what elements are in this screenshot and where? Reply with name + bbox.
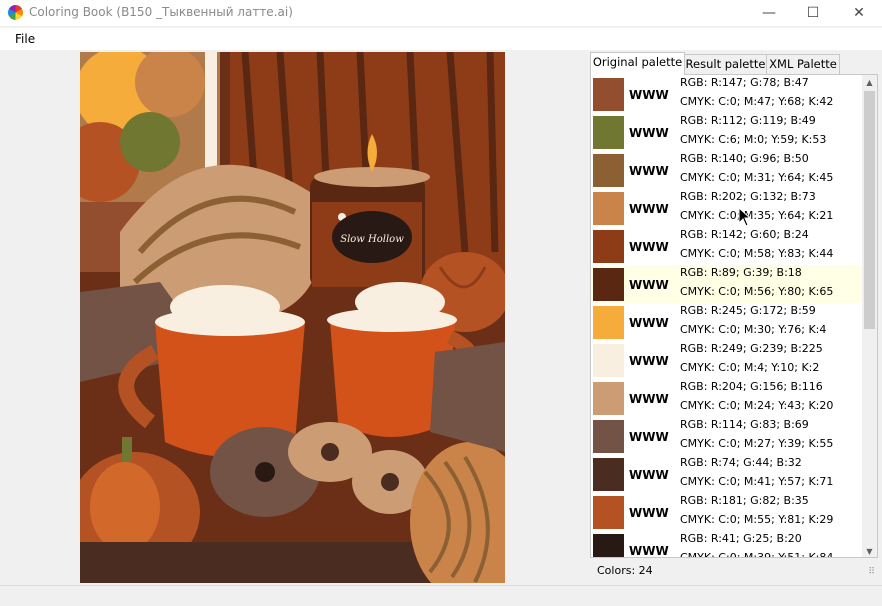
cmyk-value: CMYK: C:0; M:58; Y:83; K:44 [680, 247, 834, 260]
scroll-up-arrow-icon[interactable]: ▲ [862, 75, 877, 90]
palette-status: Colors: 24 ⠿ [590, 560, 878, 582]
rgb-value: RGB: R:114; G:83; B:69 [680, 418, 809, 431]
cmyk-value: CMYK: C:0; M:55; Y:81; K:29 [680, 513, 834, 526]
rgb-value: RGB: R:202; G:132; B:73 [680, 190, 816, 203]
title-bar: Coloring Book (B150 _Тыквенный латте.ai)… [0, 0, 882, 26]
rgb-value: RGB: R:249; G:239; B:225 [680, 342, 823, 355]
color-code: WWW [629, 202, 669, 216]
color-code: WWW [629, 164, 669, 178]
color-code: WWW [629, 278, 669, 292]
maximize-button[interactable]: ☐ [790, 0, 836, 26]
maximize-icon: ☐ [806, 5, 820, 21]
app-palette-icon [8, 5, 23, 20]
color-swatch [593, 420, 624, 453]
palette-row[interactable]: WWW RGB: R:140; G:96; B:50 CMYK: C:0; M:31… [591, 151, 863, 189]
minimize-icon: — [762, 5, 776, 21]
color-code: WWW [629, 126, 669, 140]
rgb-value: RGB: R:89; G:39; B:18 [680, 266, 802, 279]
color-swatch [593, 458, 624, 491]
tab-xml-palette[interactable]: XML Palette [766, 54, 840, 75]
palette-row[interactable]: WWW RGB: R:112; G:119; B:49 CMYK: C:6; M:0… [591, 113, 863, 151]
window-title: Coloring Book (B150 _Тыквенный латте.ai) [29, 5, 293, 19]
palette-row[interactable]: WWW RGB: R:89; G:39; B:18 CMYK: C:0; M:56;… [591, 265, 863, 303]
cmyk-value: CMYK: C:0; M:47; Y:68; K:42 [680, 95, 834, 108]
palette-row[interactable]: WWW RGB: R:74; G:44; B:32 CMYK: C:0; M:41;… [591, 455, 863, 493]
color-code: WWW [629, 430, 669, 444]
color-swatch [593, 496, 624, 529]
palette-scrollbar[interactable]: ▲ ▼ [862, 75, 877, 557]
palette-row[interactable]: WWW RGB: R:249; G:239; B:225 CMYK: C:0; M:… [591, 341, 863, 379]
cmyk-value: CMYK: C:0; M:24; Y:43; K:20 [680, 399, 834, 412]
rgb-value: RGB: R:147; G:78; B:47 [680, 76, 809, 89]
palette-list[interactable]: WWW RGB: R:147; G:78; B:47 CMYK: C:0; M:47… [591, 75, 863, 558]
cmyk-value: CMYK: C:0; M:4; Y:10; K:2 [680, 361, 820, 374]
palette-row[interactable]: WWW RGB: R:41; G:25; B:20 CMYK: C:0; M:39;… [591, 531, 863, 558]
rgb-value: RGB: R:245; G:172; B:59 [680, 304, 816, 317]
palette-row[interactable]: WWW RGB: R:202; G:132; B:73 CMYK: C:0; M:3… [591, 189, 863, 227]
rgb-value: RGB: R:140; G:96; B:50 [680, 152, 809, 165]
color-code: WWW [629, 316, 669, 330]
rgb-value: RGB: R:204; G:156; B:116 [680, 380, 823, 393]
color-code: WWW [629, 240, 669, 254]
jar-label-text: Slow Hollow [340, 234, 404, 245]
color-code: WWW [629, 544, 669, 558]
status-bar [0, 585, 882, 606]
palette-row[interactable]: WWW RGB: R:114; G:83; B:69 CMYK: C:0; M:27… [591, 417, 863, 455]
color-code: WWW [629, 88, 669, 102]
resize-grip-icon[interactable]: ⠿ [868, 567, 875, 577]
rgb-value: RGB: R:112; G:119; B:49 [680, 114, 816, 127]
minimize-button[interactable]: — [746, 0, 792, 26]
rgb-value: RGB: R:41; G:25; B:20 [680, 532, 802, 545]
rgb-value: RGB: R:74; G:44; B:32 [680, 456, 802, 469]
cmyk-value: CMYK: C:0; M:56; Y:80; K:65 [680, 285, 834, 298]
cmyk-value: CMYK: C:0; M:39; Y:51; K:84 [680, 551, 834, 558]
menu-bar: File [0, 28, 882, 50]
palette-row[interactable]: WWW RGB: R:204; G:156; B:116 CMYK: C:0; M:… [591, 379, 863, 417]
scroll-thumb[interactable] [864, 91, 875, 329]
color-swatch [593, 154, 624, 187]
tab-result-palette[interactable]: Result palette [684, 54, 767, 75]
close-button[interactable]: ✕ [836, 0, 882, 26]
color-code: WWW [629, 506, 669, 520]
scroll-down-arrow-icon[interactable]: ▼ [862, 544, 877, 557]
rgb-value: RGB: R:142; G:60; B:24 [680, 228, 809, 241]
colors-count: Colors: 24 [597, 564, 653, 577]
palette-row[interactable]: WWW RGB: R:181; G:82; B:35 CMYK: C:0; M:55… [591, 493, 863, 531]
cmyk-value: CMYK: C:0; M:30; Y:76; K:4 [680, 323, 827, 336]
color-code: WWW [629, 354, 669, 368]
color-code: WWW [629, 468, 669, 482]
cmyk-value: CMYK: C:0; M:31; Y:64; K:45 [680, 171, 834, 184]
color-swatch [593, 382, 624, 415]
palette-row[interactable]: WWW RGB: R:147; G:78; B:47 CMYK: C:0; M:47… [591, 75, 863, 113]
cmyk-value: CMYK: C:0; M:41; Y:57; K:71 [680, 475, 834, 488]
color-swatch [593, 116, 624, 149]
color-swatch [593, 268, 624, 301]
color-swatch [593, 534, 624, 557]
color-code: WWW [629, 392, 669, 406]
palette-panel: WWW RGB: R:147; G:78; B:47 CMYK: C:0; M:47… [590, 74, 878, 558]
artwork-image: Slow Hollow [80, 52, 505, 583]
color-swatch [593, 230, 624, 263]
cmyk-value: CMYK: C:0; M:27; Y:39; K:55 [680, 437, 834, 450]
color-swatch [593, 344, 624, 377]
color-swatch [593, 192, 624, 225]
mouse-cursor-icon [738, 207, 752, 227]
tab-original-palette[interactable]: Original palette [590, 52, 685, 75]
palette-row[interactable]: WWW RGB: R:245; G:172; B:59 CMYK: C:0; M:3… [591, 303, 863, 341]
close-icon: ✕ [853, 5, 865, 21]
palette-row[interactable]: WWW RGB: R:142; G:60; B:24 CMYK: C:0; M:58… [591, 227, 863, 265]
rgb-value: RGB: R:181; G:82; B:35 [680, 494, 809, 507]
cmyk-value: CMYK: C:6; M:0; Y:59; K:53 [680, 133, 827, 146]
color-swatch [593, 306, 624, 339]
artwork-canvas[interactable]: Slow Hollow [80, 52, 505, 583]
cmyk-value: CMYK: C:0; M:35; Y:64; K:21 [680, 209, 834, 222]
color-swatch [593, 78, 624, 111]
menu-file[interactable]: File [15, 32, 35, 46]
